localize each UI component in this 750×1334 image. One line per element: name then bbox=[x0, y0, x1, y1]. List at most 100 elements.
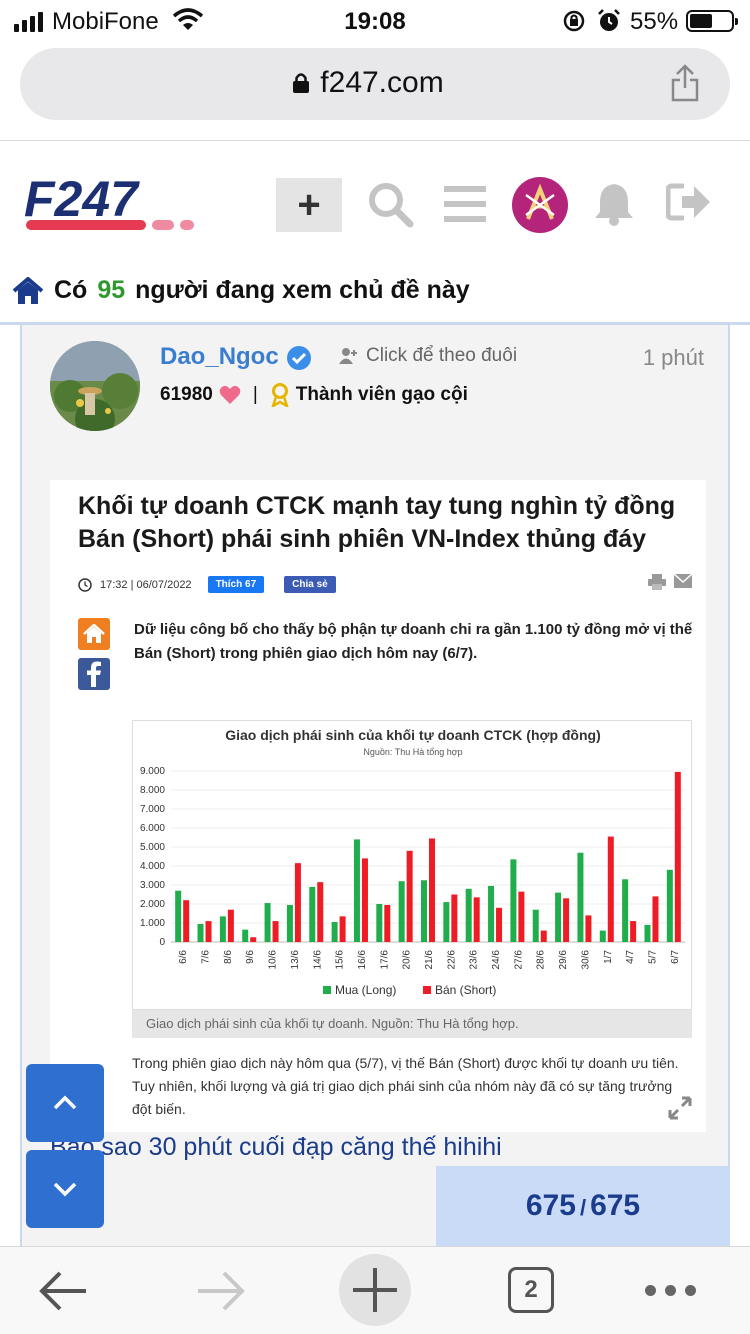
battery-icon bbox=[686, 10, 738, 32]
bar-short bbox=[272, 921, 279, 942]
share-button: Chia sẻ bbox=[284, 576, 336, 593]
post-pager[interactable]: 675/675 bbox=[436, 1166, 730, 1246]
bar-long bbox=[555, 892, 562, 942]
x-tick-label: 10/6 bbox=[268, 950, 279, 970]
bar-short bbox=[294, 863, 301, 942]
follow-button[interactable]: Click để theo đuôi bbox=[338, 345, 517, 367]
y-tick-label: 7.000 bbox=[140, 804, 165, 815]
x-tick-label: 16/6 bbox=[357, 950, 368, 970]
y-tick-label: 9.000 bbox=[140, 766, 165, 777]
home-icon bbox=[78, 618, 110, 650]
article-tools bbox=[648, 574, 692, 590]
bar-short bbox=[563, 898, 570, 942]
x-tick-label: 6/7 bbox=[670, 950, 681, 964]
x-tick-label: 28/6 bbox=[536, 950, 547, 970]
browser-toolbar: 2 bbox=[0, 1246, 750, 1334]
pager-total: 675 bbox=[590, 1189, 641, 1222]
logo-text: F247 bbox=[24, 176, 140, 227]
search-icon[interactable] bbox=[366, 180, 414, 228]
pager-current: 675 bbox=[525, 1189, 576, 1222]
bar-short bbox=[496, 907, 503, 942]
chart-plot: 9.000 8.000 7.000 6.000 5.000 4.000 3.000 2.000… bbox=[140, 766, 685, 997]
scroll-up-button[interactable] bbox=[26, 1064, 104, 1142]
home-icon[interactable] bbox=[12, 276, 44, 305]
bar-short bbox=[451, 894, 458, 942]
logout-icon[interactable] bbox=[666, 182, 712, 222]
bar-long bbox=[197, 923, 204, 942]
plus-icon bbox=[353, 1268, 397, 1312]
bar-long bbox=[443, 902, 450, 942]
alarm-icon bbox=[598, 9, 620, 31]
bar-short bbox=[317, 882, 324, 942]
x-tick-label: 24/6 bbox=[491, 950, 502, 970]
bar-long bbox=[465, 888, 472, 942]
viewers-count: 95 bbox=[97, 276, 126, 304]
bar-short bbox=[674, 771, 681, 942]
bar-long bbox=[286, 904, 293, 942]
url-text: f247.com bbox=[320, 66, 444, 99]
bar-short bbox=[473, 897, 480, 942]
y-tick-label: 6.000 bbox=[140, 823, 165, 834]
user-avatar[interactable] bbox=[512, 177, 568, 233]
bar-short bbox=[384, 904, 391, 942]
bar-long bbox=[175, 890, 182, 942]
more-menu-button[interactable] bbox=[645, 1285, 696, 1296]
x-tick-label: 30/6 bbox=[580, 950, 591, 970]
article-lead: Dữ liệu công bố cho thấy bộ phận tự doan… bbox=[134, 621, 693, 662]
new-post-button[interactable]: + bbox=[276, 178, 342, 232]
forward-arrow-icon[interactable] bbox=[194, 1269, 246, 1313]
x-tick-label: 9/6 bbox=[245, 950, 256, 964]
y-tick-label: 2.000 bbox=[140, 899, 165, 910]
bar-short bbox=[540, 930, 547, 942]
x-tick-label: 29/6 bbox=[558, 950, 569, 970]
bar-long bbox=[242, 929, 249, 942]
author-avatar[interactable] bbox=[50, 341, 140, 431]
x-tick-label: 14/6 bbox=[312, 950, 323, 970]
post-time: 1 phút bbox=[642, 345, 704, 370]
bar-long bbox=[309, 886, 316, 942]
y-tick-label: 3.000 bbox=[140, 880, 165, 891]
bar-short bbox=[339, 916, 346, 942]
article-image[interactable]: Khối tự doanh CTCK mạnh tay tung nghìn t… bbox=[50, 480, 706, 1132]
new-tab-button[interactable] bbox=[339, 1254, 411, 1326]
x-tick-label: 21/6 bbox=[424, 950, 435, 970]
scroll-down-button[interactable] bbox=[26, 1150, 104, 1228]
back-arrow-icon[interactable] bbox=[38, 1269, 90, 1313]
author-stats: 61980 | Thành viên gạo cội bbox=[160, 383, 468, 407]
bar-long bbox=[666, 869, 673, 942]
menu-icon[interactable] bbox=[444, 184, 486, 224]
x-tick-label: 5/7 bbox=[647, 950, 658, 964]
bar-long bbox=[376, 904, 383, 942]
mail-icon bbox=[674, 574, 692, 588]
bell-icon[interactable] bbox=[592, 180, 636, 226]
bar-long bbox=[353, 839, 360, 942]
bar-long bbox=[488, 885, 495, 942]
bar-long bbox=[577, 852, 584, 942]
site-logo[interactable]: F247 bbox=[24, 176, 224, 232]
share-icon[interactable] bbox=[670, 64, 700, 102]
expand-icon[interactable] bbox=[666, 1094, 694, 1122]
y-tick-label: 5.000 bbox=[140, 842, 165, 853]
bar-short bbox=[183, 900, 190, 942]
x-tick-label: 1/7 bbox=[603, 950, 614, 964]
article-meta: 17:32 | 06/07/2022 Thích 67 Chia sẻ bbox=[78, 576, 336, 593]
add-user-icon bbox=[339, 348, 357, 364]
bar-long bbox=[219, 916, 226, 942]
rotation-lock-icon bbox=[563, 10, 585, 32]
tabs-button[interactable]: 2 bbox=[508, 1267, 554, 1313]
author-username[interactable]: Dao_Ngoc bbox=[160, 343, 279, 371]
status-bar: MobiFone 19:08 55% bbox=[0, 0, 750, 42]
print-icon bbox=[648, 574, 666, 590]
bar-short bbox=[361, 858, 368, 942]
chart: Giao dịch phái sinh của khối tự doanh CT… bbox=[132, 720, 692, 1010]
clock-icon bbox=[78, 577, 92, 592]
article-title: Khối tự doanh CTCK mạnh tay tung nghìn t… bbox=[78, 492, 676, 553]
address-bar[interactable]: f247.com bbox=[20, 48, 730, 120]
legend-label: Bán (Short) bbox=[435, 983, 496, 997]
post-card: Dao_Ngoc Click để theo đuôi 1 phút 61980… bbox=[20, 325, 730, 1246]
article-datetime: 17:32 | 06/07/2022 bbox=[100, 578, 192, 591]
x-tick-label: 23/6 bbox=[469, 950, 480, 970]
y-tick-label: 8.000 bbox=[140, 785, 165, 796]
bar-long bbox=[421, 880, 427, 942]
x-tick-label: 17/6 bbox=[379, 950, 390, 970]
